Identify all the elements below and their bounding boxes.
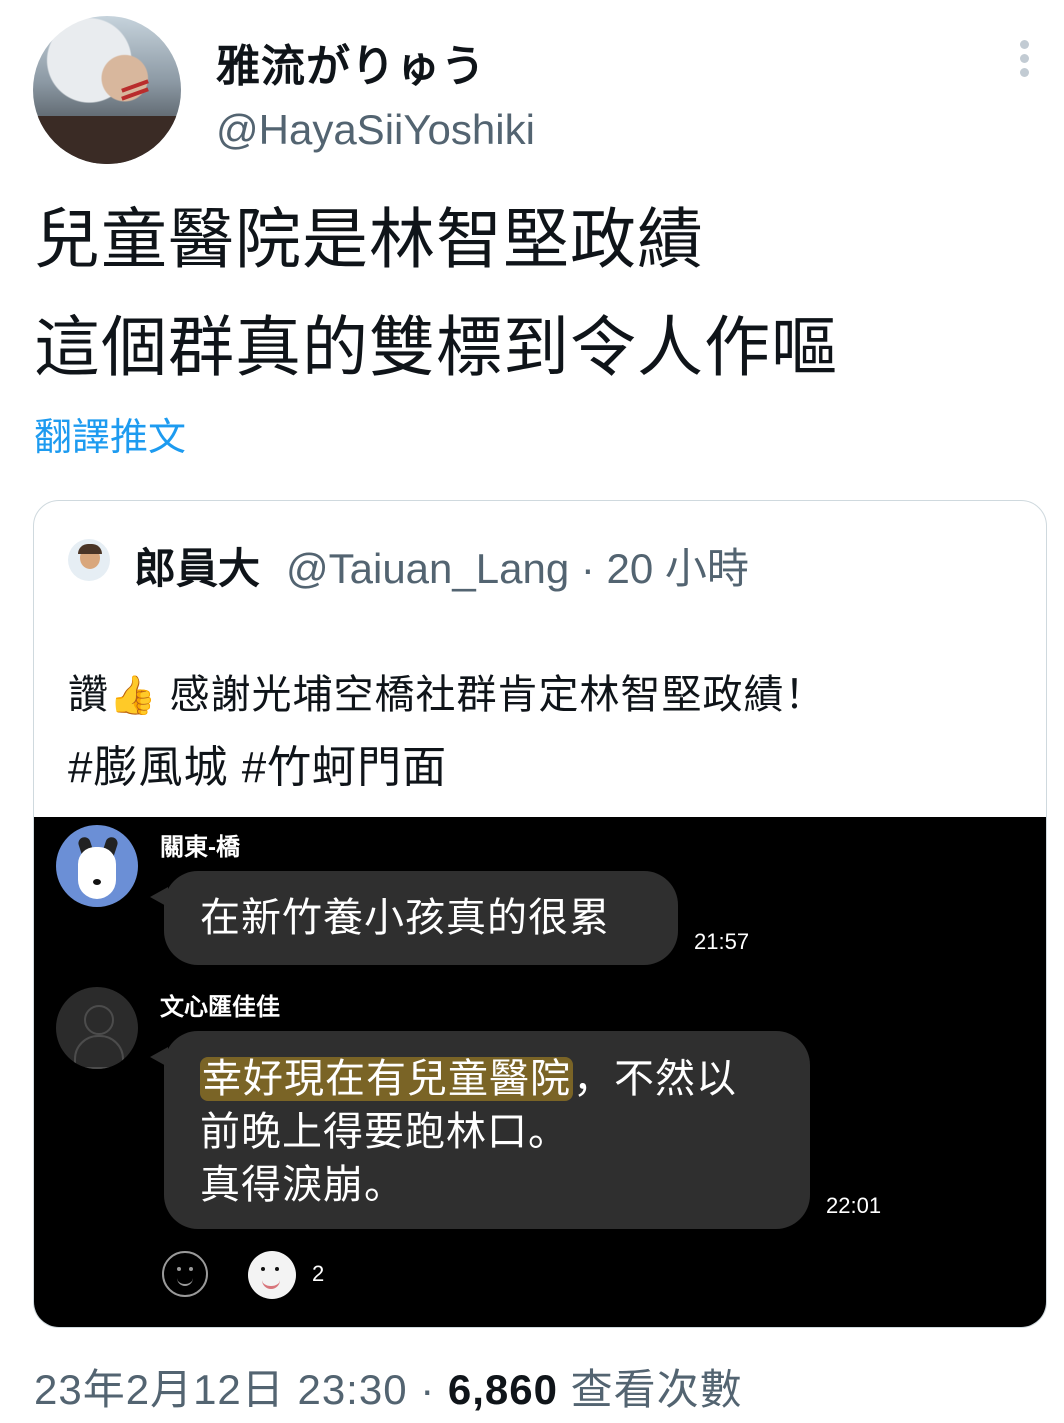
thumbs-up-icon: 👍 [109, 675, 158, 717]
tweet-line-2: 這個群真的雙標到令人作嘔 [34, 310, 838, 384]
author-avatar[interactable] [33, 16, 181, 164]
chat-bubble-2-line-1: 幸好現在有兒童醫院，不然以 [200, 1053, 810, 1106]
chat-bubble-2-line-3: 真得淚崩。 [200, 1163, 405, 1207]
emoji-reaction-icon [248, 1251, 296, 1299]
chat-bubble-1: 在新竹養小孩真的很累 [150, 871, 678, 965]
chat-text-after-highlight: ，不然以 [573, 1057, 737, 1101]
tweet-text: 兒童醫院是林智堅政績 這個群真的雙標到令人作嘔 [34, 185, 838, 401]
quoted-author-avatar[interactable] [68, 539, 110, 581]
quoted-author-meta: @Taiuan_Lang · 20 小時 [286, 545, 749, 592]
default-user-avatar-icon [56, 987, 138, 1069]
tweet-date-time[interactable]: 23年2月12日 23:30 [34, 1366, 408, 1413]
metadata-separator: · [407, 1366, 448, 1413]
highlighted-text: 幸好現在有兒童醫院 [200, 1057, 573, 1101]
chat-bubble-2: 幸好現在有兒童醫院，不然以 前晚上得要跑林口。 真得淚崩。 [150, 1031, 810, 1229]
translate-tweet-link[interactable]: 翻譯推文 [34, 406, 186, 461]
chat-sender-2: 文心匯佳佳 [160, 994, 280, 1021]
dog-avatar-icon [56, 825, 138, 907]
quoted-hashtags[interactable]: #膨風城 #竹蚵門面 [68, 731, 447, 795]
chat-time-2: 22:01 [826, 1193, 882, 1218]
quoted-text-body: 感謝光埔空橋社群肯定林智堅政績！ [169, 673, 826, 717]
reaction-count: 2 [312, 1261, 325, 1286]
tweet-metadata: 23年2月12日 23:30 · 6,860 查看次數 [34, 1356, 743, 1417]
views-label: 查看次數 [558, 1366, 743, 1413]
avatar-hair [78, 544, 102, 554]
views-count: 6,860 [447, 1366, 559, 1413]
smile-reaction-icon [162, 1251, 208, 1297]
quoted-tweet-card[interactable]: 郎員大 @Taiuan_Lang · 20 小時 讚👍 感謝光埔空橋社群肯定林智… [33, 500, 1047, 1328]
more-options-icon[interactable] [1014, 40, 1034, 80]
author-display-name[interactable]: 雅流がりゅう [216, 30, 486, 94]
chat-screenshot: 關東-橋 在新竹養小孩真的很累 21:57 文心匯佳佳 幸好現在有兒童醫院，不然… [34, 817, 1046, 1327]
chat-time-1: 21:57 [694, 929, 750, 954]
avatar-scarf [33, 116, 181, 164]
author-handle[interactable]: @HayaSiiYoshiki [216, 106, 535, 154]
quoted-text-prefix: 讚 [68, 673, 109, 717]
chat-sender-1: 關東-橋 [160, 834, 240, 861]
tweet-line-1: 兒童醫院是林智堅政績 [34, 202, 704, 276]
chat-bubble-2-line-2: 前晚上得要跑林口。 [200, 1110, 569, 1154]
quoted-author-name[interactable]: 郎員大 [134, 535, 260, 596]
quoted-tweet-text: 讚👍 感謝光埔空橋社群肯定林智堅政績！ [68, 605, 825, 726]
